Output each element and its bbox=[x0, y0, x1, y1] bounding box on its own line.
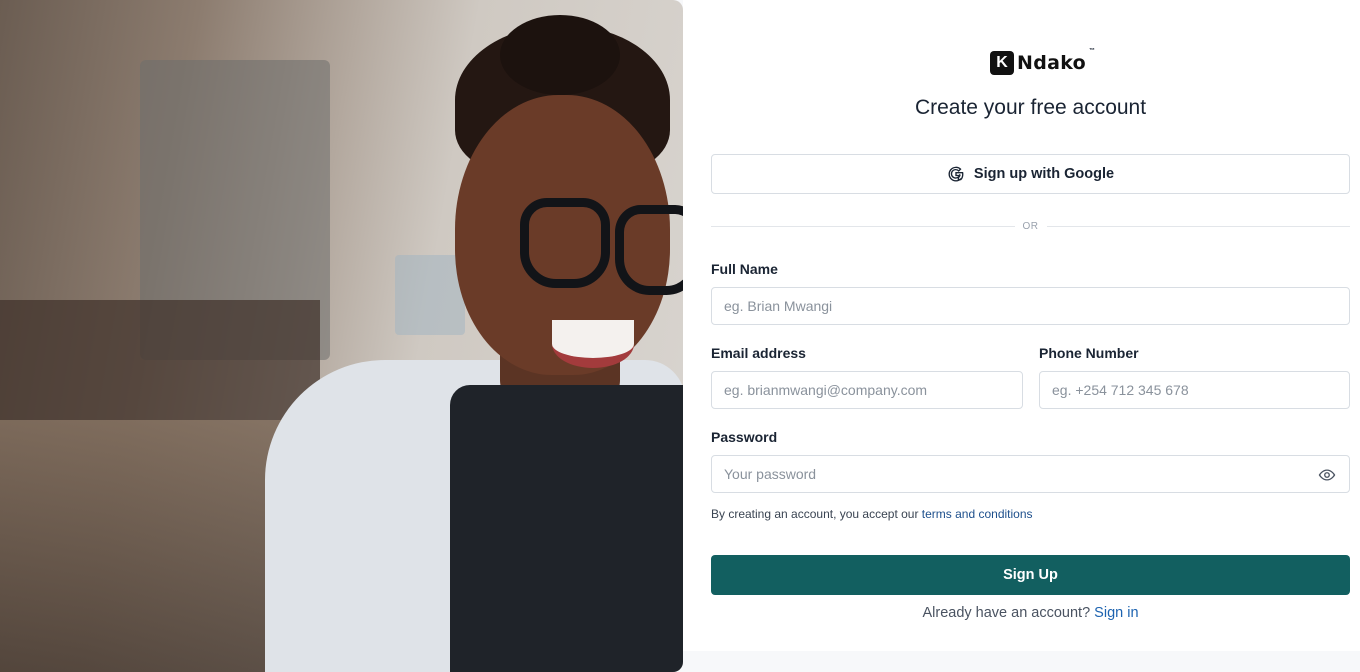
trademark-symbol: ™ bbox=[1089, 48, 1096, 54]
logo-mark: K bbox=[990, 51, 1014, 75]
phone-input[interactable] bbox=[1039, 371, 1350, 409]
phone-label: Phone Number bbox=[1039, 345, 1139, 361]
eye-icon[interactable] bbox=[1318, 466, 1336, 484]
sign-in-link[interactable]: Sign in bbox=[1094, 605, 1138, 621]
logo-wordmark: Ndako bbox=[1017, 52, 1087, 74]
or-text: OR bbox=[1022, 220, 1039, 232]
google-g-icon bbox=[948, 166, 964, 182]
terms-prefix: By creating an account, you accept our bbox=[711, 507, 922, 521]
or-divider: OR bbox=[711, 218, 1350, 234]
terms-link[interactable]: terms and conditions bbox=[922, 507, 1033, 521]
terms-notice: By creating an account, you accept our t… bbox=[711, 507, 1033, 521]
email-label: Email address bbox=[711, 345, 806, 361]
password-input[interactable] bbox=[711, 455, 1350, 493]
brand-logo: K Ndako ™ bbox=[990, 48, 1096, 76]
password-label: Password bbox=[711, 429, 778, 445]
google-signup-label: Sign up with Google bbox=[973, 166, 1115, 182]
full-name-input[interactable] bbox=[711, 287, 1350, 325]
full-name-label: Full Name bbox=[711, 261, 778, 277]
google-signup-button[interactable]: Sign up with Google bbox=[711, 154, 1350, 194]
signin-prompt: Already have an account? Sign in bbox=[711, 605, 1350, 621]
email-input[interactable] bbox=[711, 371, 1023, 409]
hero-photo bbox=[0, 0, 683, 672]
page-title: Create your free account bbox=[914, 96, 1147, 119]
signin-prefix: Already have an account? bbox=[922, 605, 1095, 621]
sign-up-button[interactable]: Sign Up bbox=[711, 555, 1350, 595]
